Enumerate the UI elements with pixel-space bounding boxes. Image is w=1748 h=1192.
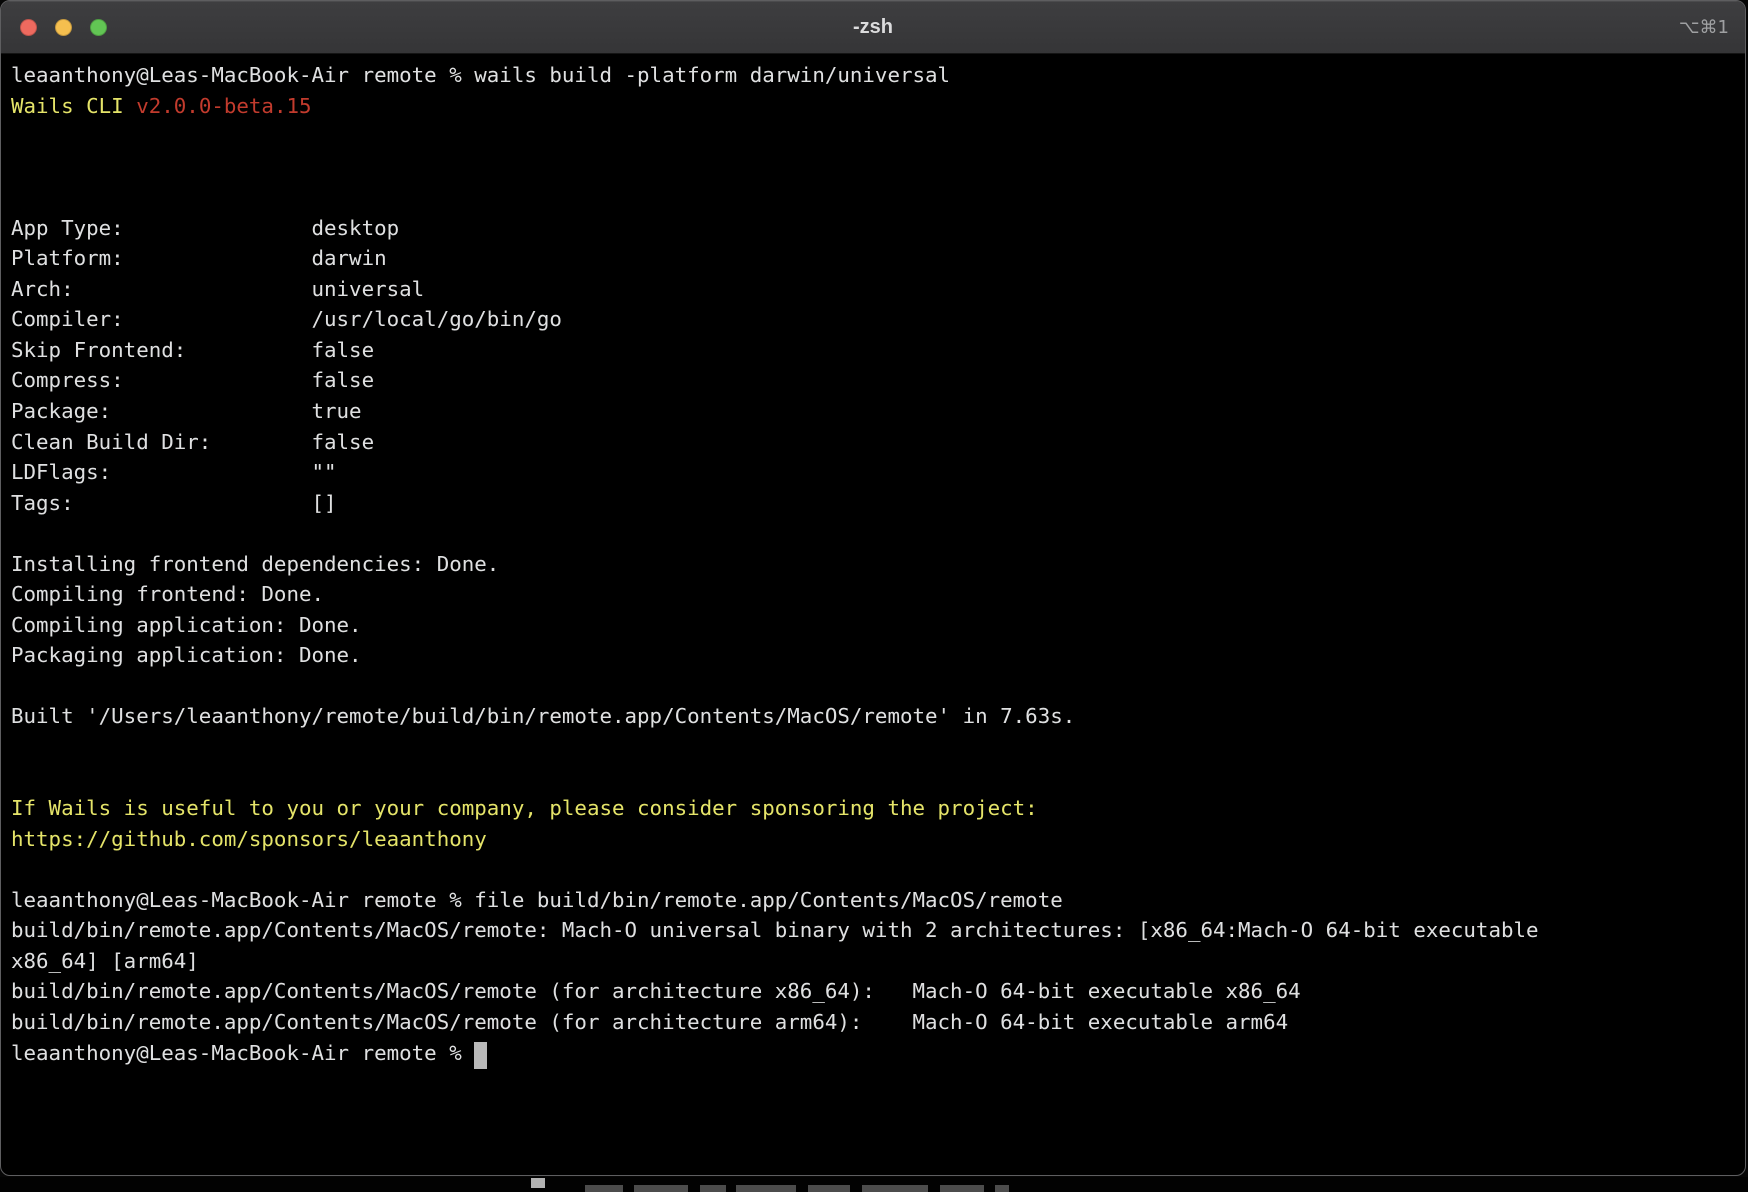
terminal-text: Compiler: /usr/local/go/bin/go (11, 307, 562, 331)
terminal-line: Compiling frontend: Done. (11, 579, 1739, 610)
window-title: -zsh (1, 16, 1745, 39)
terminal-line: build/bin/remote.app/Contents/MacOS/remo… (11, 915, 1739, 946)
terminal-line (11, 732, 1739, 763)
background-text-fragment (634, 1185, 688, 1192)
terminal-text: Tags: [] (11, 491, 337, 515)
close-button[interactable] (20, 19, 37, 36)
terminal-line: build/bin/remote.app/Contents/MacOS/remo… (11, 976, 1739, 1007)
terminal-text: App Type: desktop (11, 216, 399, 240)
background-text-fragment (808, 1185, 850, 1192)
background-text-fragment (862, 1185, 928, 1192)
background-text-fragment (940, 1185, 984, 1192)
terminal-text: Compiling application: Done. (11, 613, 362, 637)
terminal-line: Compiling application: Done. (11, 610, 1739, 641)
terminal-line: build/bin/remote.app/Contents/MacOS/remo… (11, 1007, 1739, 1038)
terminal-line: Tags: [] (11, 488, 1739, 519)
terminal-line (11, 152, 1739, 183)
background-text-fragment (995, 1185, 1009, 1192)
terminal-text: leaanthony@Leas-MacBook-Air remote % fil… (11, 888, 1063, 912)
terminal-line: Platform: darwin (11, 243, 1739, 274)
terminal-text: Compress: false (11, 368, 374, 392)
terminal-text: build/bin/remote.app/Contents/MacOS/remo… (11, 979, 1301, 1003)
terminal-text: Clean Build Dir: false (11, 430, 374, 454)
terminal-text: Wails CLI (11, 94, 136, 118)
terminal-output[interactable]: leaanthony@Leas-MacBook-Air remote % wai… (1, 54, 1745, 1068)
terminal-text: leaanthony@Leas-MacBook-Air remote % (11, 1041, 474, 1065)
terminal-text: Installing frontend dependencies: Done. (11, 552, 499, 576)
terminal-line: leaanthony@Leas-MacBook-Air remote % fil… (11, 885, 1739, 916)
terminal-line: Arch: universal (11, 274, 1739, 305)
terminal-text: x86_64] [arm64] (11, 949, 199, 973)
terminal-text: Platform: darwin (11, 246, 387, 270)
terminal-line (11, 854, 1739, 885)
terminal-line: leaanthony@Leas-MacBook-Air remote % (11, 1038, 1739, 1069)
terminal-line: Built '/Users/leaanthony/remote/build/bi… (11, 701, 1739, 732)
terminal-text: build/bin/remote.app/Contents/MacOS/remo… (11, 1010, 1288, 1034)
terminal-line: Packaging application: Done. (11, 640, 1739, 671)
terminal-line: https://github.com/sponsors/leaanthony (11, 824, 1739, 855)
terminal-text: v2.0.0-beta.15 (136, 94, 311, 118)
terminal-line: Package: true (11, 396, 1739, 427)
terminal-line: Compiler: /usr/local/go/bin/go (11, 304, 1739, 335)
background-text-fragment (700, 1185, 726, 1192)
traffic-lights (1, 19, 107, 36)
terminal-line: Wails CLI v2.0.0-beta.15 (11, 91, 1739, 122)
terminal-line: Clean Build Dir: false (11, 427, 1739, 458)
minimize-button[interactable] (55, 19, 72, 36)
terminal-line (11, 671, 1739, 702)
terminal-line: LDFlags: "" (11, 457, 1739, 488)
terminal-window: -zsh ⌥⌘1 leaanthony@Leas-MacBook-Air rem… (0, 0, 1746, 1176)
background-cursor-fragment (531, 1178, 545, 1188)
terminal-text: Package: true (11, 399, 362, 423)
background-window-sliver (0, 1177, 1748, 1192)
terminal-line: Skip Frontend: false (11, 335, 1739, 366)
terminal-text: Packaging application: Done. (11, 643, 362, 667)
terminal-line (11, 763, 1739, 794)
terminal-text: leaanthony@Leas-MacBook-Air remote % wai… (11, 63, 950, 87)
terminal-line: Installing frontend dependencies: Done. (11, 549, 1739, 580)
terminal-line: leaanthony@Leas-MacBook-Air remote % wai… (11, 60, 1739, 91)
terminal-text: LDFlags: "" (11, 460, 337, 484)
terminal-text: Skip Frontend: false (11, 338, 374, 362)
terminal-line: Compress: false (11, 365, 1739, 396)
titlebar[interactable]: -zsh ⌥⌘1 (1, 1, 1745, 54)
terminal-line: If Wails is useful to you or your compan… (11, 793, 1739, 824)
terminal-line: App Type: desktop (11, 213, 1739, 244)
zoom-button[interactable] (90, 19, 107, 36)
sponsor-link[interactable]: https://github.com/sponsors/leaanthony (11, 827, 487, 851)
terminal-text: Compiling frontend: Done. (11, 582, 324, 606)
terminal-line (11, 121, 1739, 152)
tab-shortcut-label: ⌥⌘1 (1679, 17, 1729, 38)
terminal-text: If Wails is useful to you or your compan… (11, 796, 1038, 820)
terminal-line (11, 182, 1739, 213)
background-text-fragment (736, 1185, 796, 1192)
terminal-cursor (474, 1042, 487, 1069)
terminal-text: Built '/Users/leaanthony/remote/build/bi… (11, 704, 1075, 728)
background-text-fragment (585, 1185, 623, 1192)
terminal-line: x86_64] [arm64] (11, 946, 1739, 977)
terminal-line (11, 518, 1739, 549)
terminal-text: build/bin/remote.app/Contents/MacOS/remo… (11, 918, 1539, 942)
terminal-text: Arch: universal (11, 277, 424, 301)
